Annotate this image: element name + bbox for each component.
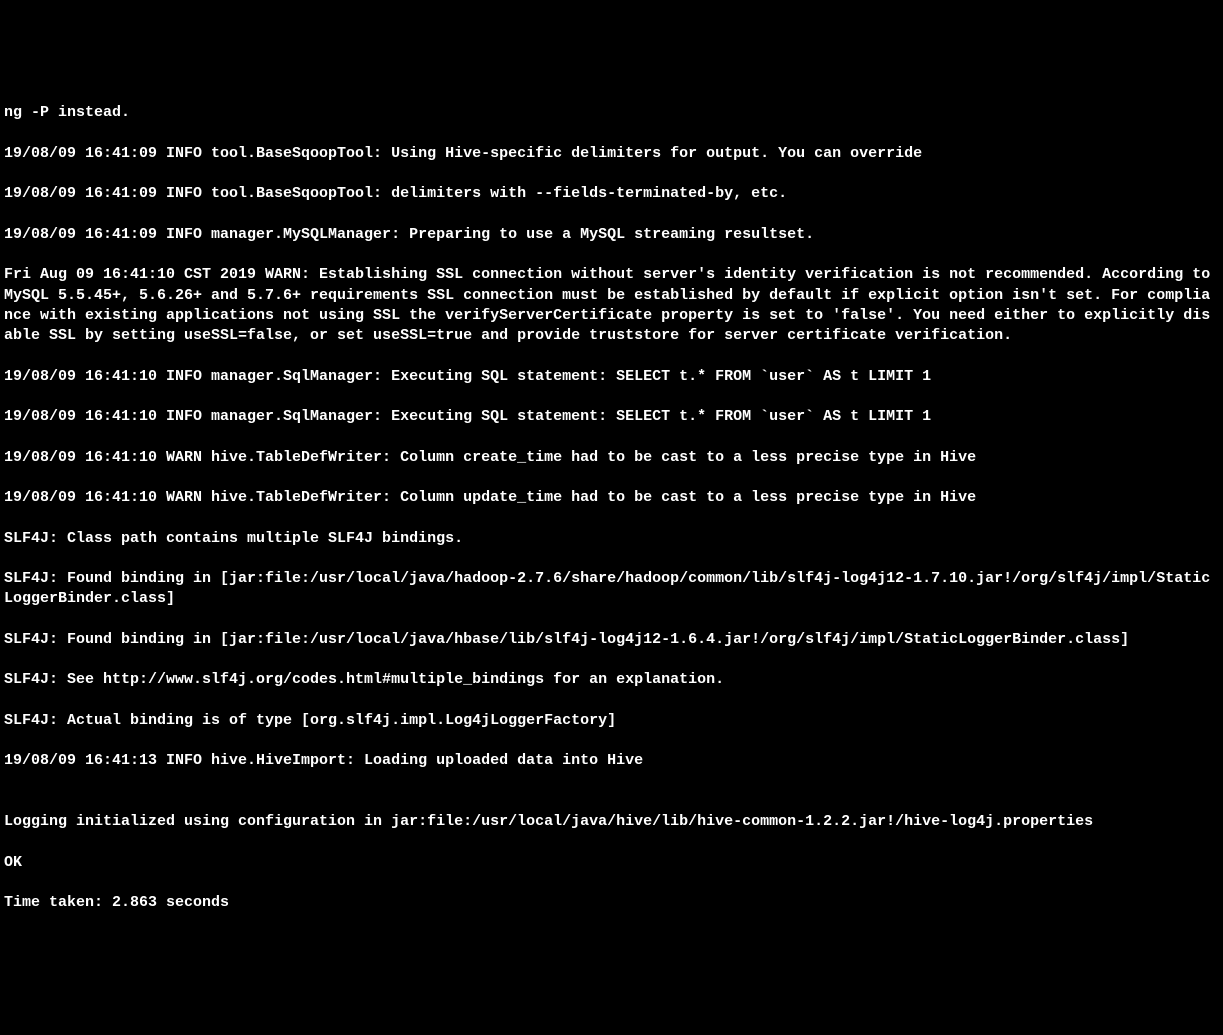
log-line: 19/08/09 16:41:10 WARN hive.TableDefWrit…	[4, 488, 1219, 508]
log-line: 19/08/09 16:41:10 INFO manager.SqlManage…	[4, 407, 1219, 427]
log-line: 19/08/09 16:41:10 WARN hive.TableDefWrit…	[4, 448, 1219, 468]
terminal-output: ng -P instead. 19/08/09 16:41:09 INFO to…	[4, 83, 1219, 934]
log-line: SLF4J: See http://www.slf4j.org/codes.ht…	[4, 670, 1219, 690]
log-line: Fri Aug 09 16:41:10 CST 2019 WARN: Estab…	[4, 265, 1219, 346]
log-line: 19/08/09 16:41:09 INFO tool.BaseSqoopToo…	[4, 144, 1219, 164]
log-line: SLF4J: Found binding in [jar:file:/usr/l…	[4, 630, 1219, 650]
log-line: 19/08/09 16:41:09 INFO tool.BaseSqoopToo…	[4, 184, 1219, 204]
log-line: SLF4J: Found binding in [jar:file:/usr/l…	[4, 569, 1219, 610]
log-line: SLF4J: Class path contains multiple SLF4…	[4, 529, 1219, 549]
log-line: 19/08/09 16:41:09 INFO manager.MySQLMana…	[4, 225, 1219, 245]
log-line: Time taken: 2.863 seconds	[4, 893, 1219, 913]
log-line: OK	[4, 853, 1219, 873]
log-line: SLF4J: Actual binding is of type [org.sl…	[4, 711, 1219, 731]
log-line: 19/08/09 16:41:10 INFO manager.SqlManage…	[4, 367, 1219, 387]
log-line: Logging initialized using configuration …	[4, 812, 1219, 832]
log-line: ng -P instead.	[4, 103, 1219, 123]
log-line: 19/08/09 16:41:13 INFO hive.HiveImport: …	[4, 751, 1219, 771]
